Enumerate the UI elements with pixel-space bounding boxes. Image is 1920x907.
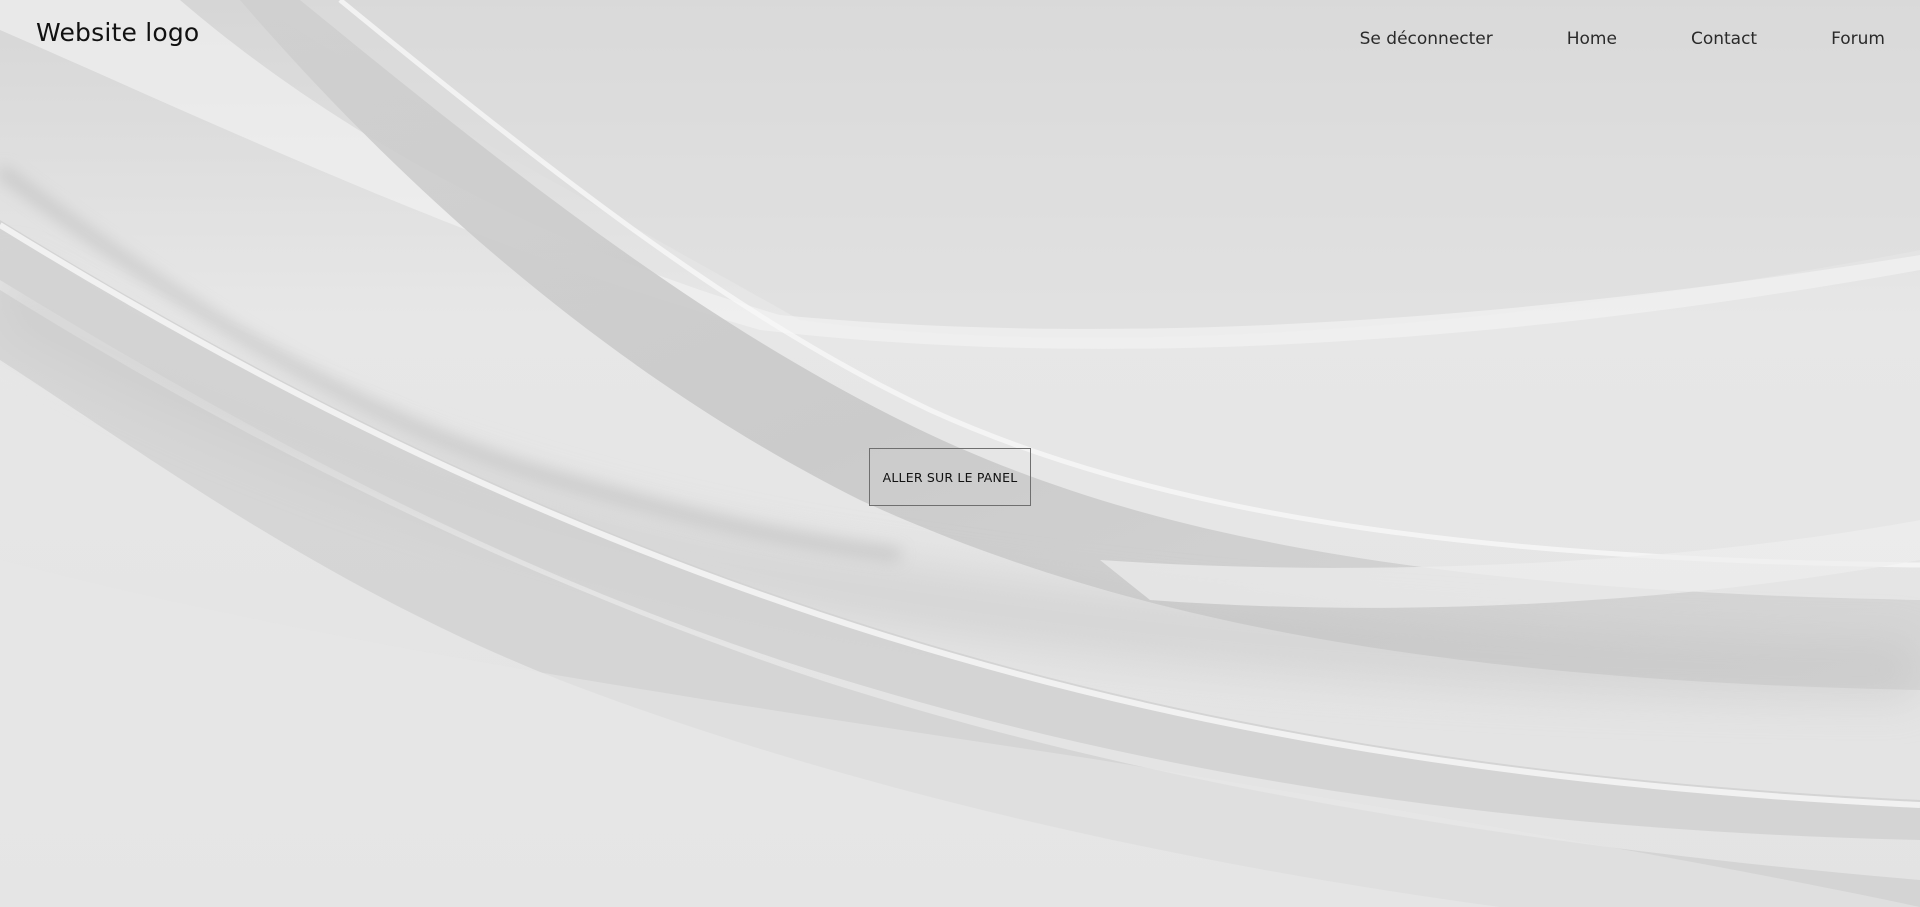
go-to-panel-button[interactable]: ALLER SUR LE PANEL <box>869 448 1031 506</box>
page: Website logo Se déconnecter Home Contact… <box>0 0 1920 907</box>
nav-home-link[interactable]: Home <box>1567 29 1617 49</box>
nav-contact-link[interactable]: Contact <box>1691 29 1757 49</box>
nav-forum-link[interactable]: Forum <box>1831 29 1885 49</box>
nav-logout-link[interactable]: Se déconnecter <box>1360 29 1493 49</box>
main-navigation: Se déconnecter Home Contact Forum <box>1360 27 1885 51</box>
website-logo[interactable]: Website logo <box>36 18 199 47</box>
